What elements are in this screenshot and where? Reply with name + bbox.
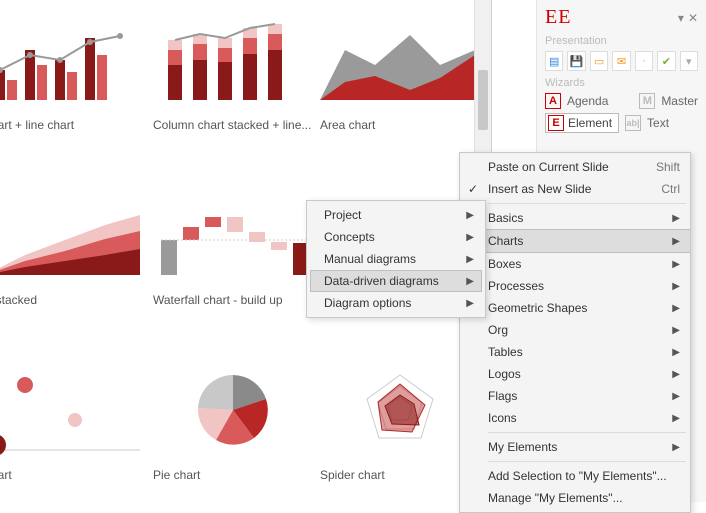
section-wizards: Wizards [545, 77, 698, 89]
charts-submenu: Project ▶ Concepts ▶ Manual diagrams ▶ D… [306, 200, 486, 318]
chart-caption: chart + line chart [0, 118, 145, 132]
menu-add-selection[interactable]: Add Selection to "My Elements"... [460, 465, 690, 487]
element-label: Element [568, 116, 612, 130]
chart-thumb [0, 185, 145, 285]
master-badge-icon[interactable]: M [639, 93, 655, 109]
chart-item-bubble[interactable]: chart [0, 360, 145, 482]
chevron-right-icon: ▶ [466, 298, 474, 309]
mail-icon[interactable]: ✉ [612, 51, 630, 71]
chart-thumb [153, 360, 313, 460]
chart-caption: Area chart [320, 118, 480, 132]
menu-manage-my-elements[interactable]: Manage "My Elements"... [460, 487, 690, 509]
text-label[interactable]: Text [647, 116, 669, 130]
submenu-concepts[interactable]: Concepts ▶ [310, 226, 482, 248]
chart-thumb [320, 360, 480, 460]
menu-flags[interactable]: Flags ▶ [460, 385, 690, 407]
chart-thumb [320, 10, 480, 110]
menu-tables[interactable]: Tables ▶ [460, 341, 690, 363]
chart-thumb [0, 10, 145, 110]
chart-caption: chart [0, 468, 145, 482]
submenu-data-driven-diagrams[interactable]: Data-driven diagrams ▶ [310, 270, 482, 292]
scrollbar-thumb[interactable] [478, 70, 488, 130]
folder-icon[interactable]: ▭ [590, 51, 608, 71]
submenu-manual-diagrams[interactable]: Manual diagrams ▶ [310, 248, 482, 270]
chevron-right-icon: ▶ [466, 254, 474, 265]
menu-geometric-shapes[interactable]: Geometric Shapes ▶ [460, 297, 690, 319]
chart-caption: rt stacked [0, 293, 145, 307]
menu-separator [488, 461, 686, 462]
menu-boxes[interactable]: Boxes ▶ [460, 253, 690, 275]
chevron-right-icon: ▶ [672, 369, 680, 380]
menu-basics[interactable]: Basics ▶ [460, 207, 690, 229]
chevron-right-icon: ▶ [466, 232, 474, 243]
dropdown-icon[interactable]: ▾ [680, 51, 698, 71]
element-badge-icon: E [548, 115, 564, 131]
menu-insert-new-slide[interactable]: ✓ Insert as New Slide Ctrl [460, 178, 690, 200]
check-icon: ✓ [468, 182, 478, 196]
chevron-right-icon: ▶ [672, 391, 680, 402]
element-context-menu: Paste on Current Slide Shift ✓ Insert as… [459, 152, 691, 513]
chevron-right-icon: ▶ [466, 276, 474, 287]
chevron-right-icon: ▶ [672, 259, 680, 270]
ok-icon[interactable]: ✔ [657, 51, 675, 71]
chevron-right-icon: ▶ [672, 347, 680, 358]
chart-item-area-stacked[interactable]: rt stacked [0, 185, 145, 307]
menu-separator [488, 432, 686, 433]
chart-item-combo[interactable]: chart + line chart [0, 10, 145, 132]
chart-caption: Spider chart [320, 468, 480, 482]
new-slide-icon[interactable]: ▤ [545, 51, 563, 71]
addin-logo: EE [545, 6, 571, 29]
chart-caption: Pie chart [153, 468, 313, 482]
chart-item-spider[interactable]: Spider chart [320, 360, 480, 482]
chevron-right-icon: ▶ [672, 281, 680, 292]
chevron-right-icon: ▶ [672, 236, 680, 247]
chart-caption: Column chart stacked + line... [153, 118, 313, 132]
element-wizard-button[interactable]: E Element [545, 113, 619, 133]
text-badge-icon[interactable]: ab| [625, 115, 641, 131]
menu-processes[interactable]: Processes ▶ [460, 275, 690, 297]
chevron-right-icon: ▶ [466, 210, 474, 221]
chart-item-area[interactable]: Area chart [320, 10, 480, 132]
chart-thumb [153, 185, 313, 285]
menu-icons[interactable]: Icons ▶ [460, 407, 690, 429]
agenda-label[interactable]: Agenda [567, 94, 608, 108]
save-icon[interactable]: 💾 [567, 51, 585, 71]
sep-icon: · [635, 51, 653, 71]
chevron-right-icon: ▶ [672, 303, 680, 314]
menu-logos[interactable]: Logos ▶ [460, 363, 690, 385]
presentation-toolbar: ▤ 💾 ▭ ✉ · ✔ ▾ [545, 51, 698, 71]
menu-org[interactable]: Org ▶ [460, 319, 690, 341]
chevron-right-icon: ▶ [672, 213, 680, 224]
menu-charts[interactable]: Charts ▶ [460, 229, 690, 253]
chart-thumb [153, 10, 313, 110]
chevron-right-icon: ▶ [672, 325, 680, 336]
chart-item-stacked-combo[interactable]: Column chart stacked + line... [153, 10, 313, 132]
menu-separator [488, 203, 686, 204]
chart-item-pie[interactable]: Pie chart [153, 360, 313, 482]
chart-thumb [0, 360, 145, 460]
agenda-badge-icon[interactable]: A [545, 93, 561, 109]
submenu-project[interactable]: Project ▶ [310, 204, 482, 226]
chart-caption: Waterfall chart - build up [153, 293, 313, 307]
panel-close-icon[interactable]: ✕ [688, 11, 698, 25]
submenu-diagram-options[interactable]: Diagram options ▶ [310, 292, 482, 314]
menu-paste-current-slide[interactable]: Paste on Current Slide Shift [460, 156, 690, 178]
panel-dropdown-icon[interactable]: ▾ [678, 11, 684, 25]
master-label[interactable]: Master [661, 94, 698, 108]
chevron-right-icon: ▶ [672, 442, 680, 453]
section-presentation: Presentation [545, 35, 698, 47]
menu-my-elements[interactable]: My Elements ▶ [460, 436, 690, 458]
chevron-right-icon: ▶ [672, 413, 680, 424]
chart-item-waterfall[interactable]: Waterfall chart - build up [153, 185, 313, 307]
